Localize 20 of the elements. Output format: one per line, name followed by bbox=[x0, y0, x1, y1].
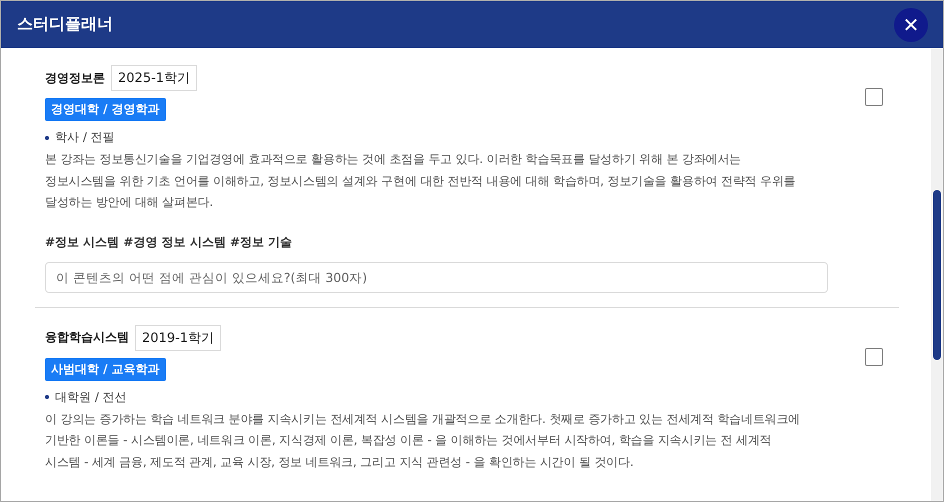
course-description: 이 강의는 증가하는 학습 네트워크 분야를 지속시키는 전세계적 시스템을 개괄적으로 소개한다. 첫째로 증가하고 있는 전세계적 학습네트워크에 기반한 이론들 - 시스템이론, 네트워크 이론, 지식경제 이론, 복잡성 이론 - 을 이해하는 것에서부터 시작하여, 학습을 지속시키는 전 세계적 시스템 - 세계 금융, 제도적 관계, 교육 시장, 정보 네트워크, 그리고 지식 관련성 - 을 확인하는 시간이 될 것이다. bbox=[45, 410, 800, 470]
scrollbar[interactable] bbox=[931, 48, 943, 501]
bullet-icon bbox=[45, 136, 49, 140]
close-button[interactable]: ✕ bbox=[894, 8, 928, 42]
course-type: 대학원 / 전선 bbox=[55, 388, 127, 406]
window-title: 스터디플래너 bbox=[17, 14, 113, 35]
semester-label: 2025-1학기 bbox=[111, 65, 198, 91]
semester-label: 2019-1학기 bbox=[135, 324, 222, 350]
course-description: 본 강좌는 정보통신기술을 기업경영에 효과적으로 활용하는 것에 초점을 두고 있다. 이러한 학습목표를 달성하기 위해 본 강좌에서는 정보시스템을 위한 기초 언어를 이해하고, 정보시스템의 설계와 구현에 대한 전반적 내용에 대해 학습하며, 정보기술을 활용하여 전략적 우위를 달성하는 방안에 대해 살펴본다. bbox=[45, 151, 796, 211]
select-checkbox[interactable] bbox=[865, 88, 883, 106]
bullet-icon bbox=[45, 395, 49, 399]
scroll-thumb[interactable] bbox=[933, 190, 941, 360]
select-checkbox[interactable] bbox=[865, 348, 883, 366]
course-title: 융합학습시스템 bbox=[45, 329, 129, 346]
department-tag: 사범대학 / 교육학과 bbox=[45, 358, 166, 380]
hashtag-list: #정보 시스템 #경영 정보 시스템 #정보 기술 bbox=[45, 234, 789, 250]
course-type: 학사 / 전필 bbox=[55, 129, 115, 146]
course-title: 경영정보론 bbox=[45, 70, 105, 86]
comment-field[interactable]: 이 콘텐츠의 어떤 점에 관심이 있으세요?(최대 300자) bbox=[45, 262, 828, 292]
department-tag: 경영대학 / 경영학과 bbox=[45, 98, 166, 121]
